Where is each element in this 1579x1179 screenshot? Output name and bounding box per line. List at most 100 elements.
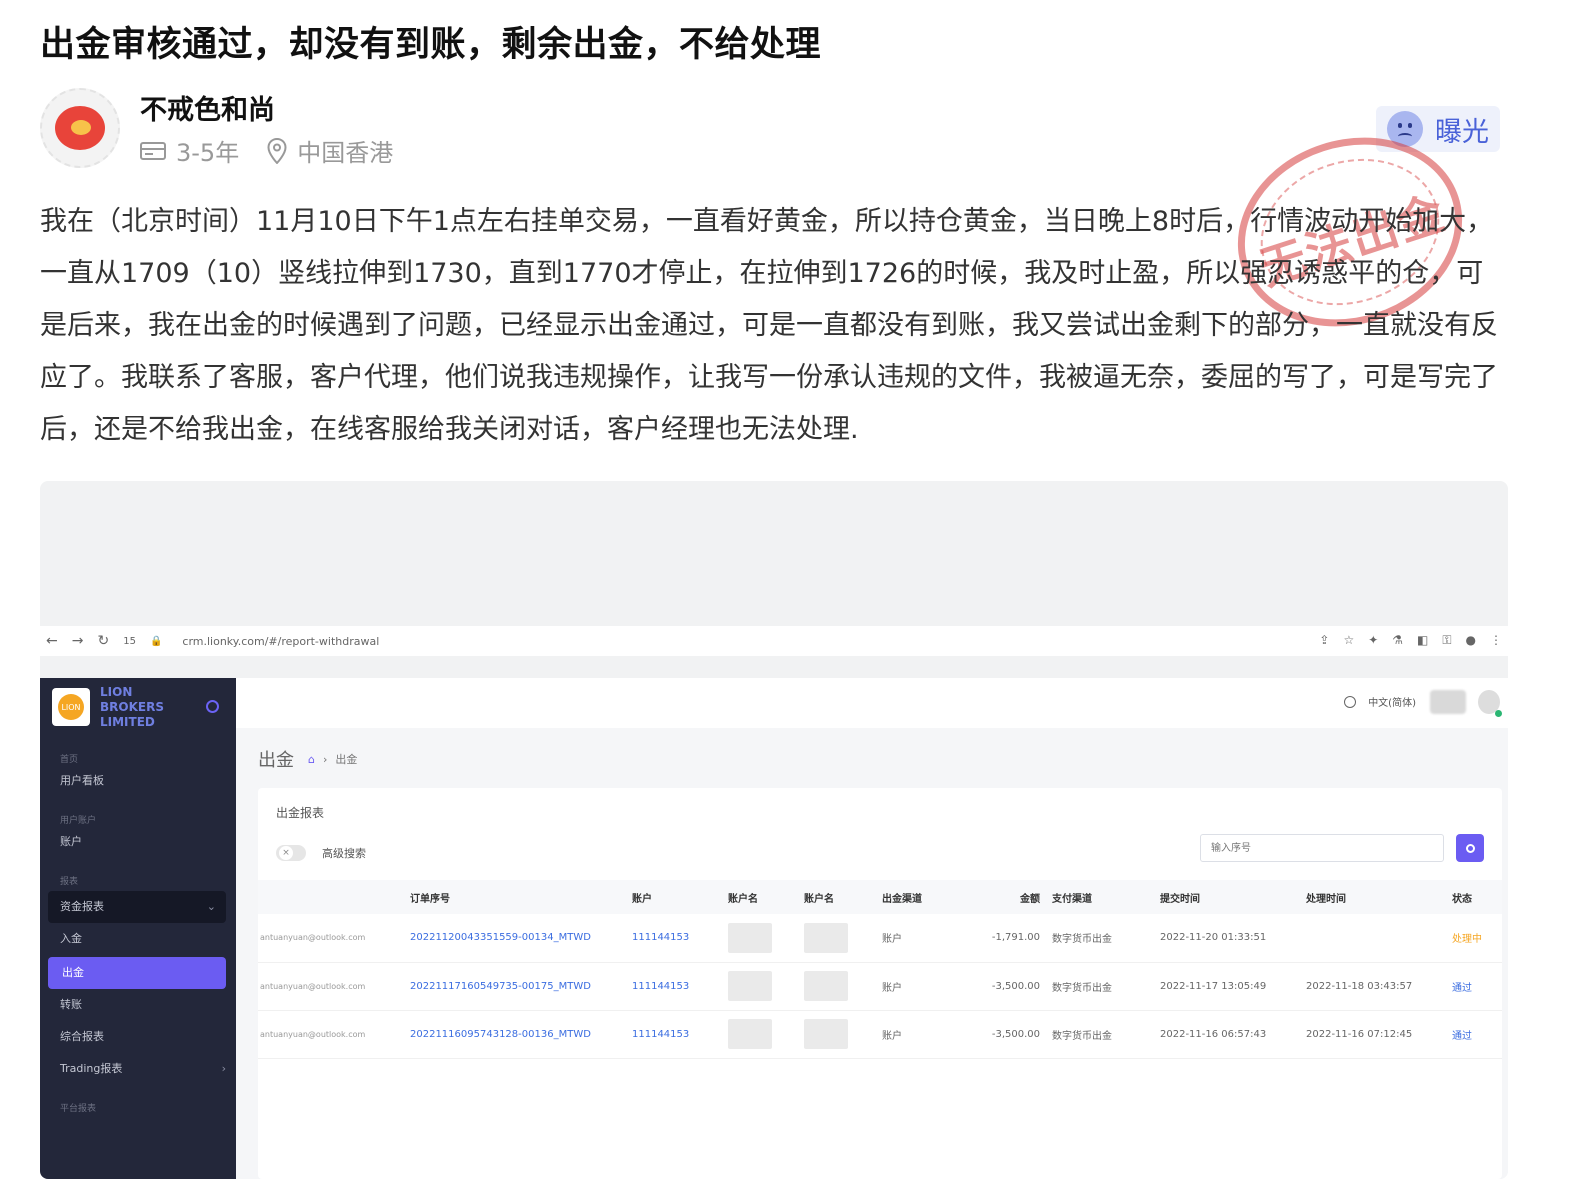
withdrawal-channel: 账户 (882, 1030, 902, 1042)
expose-label: 曝光 (1435, 116, 1489, 148)
lock-icon: 🔒 (149, 635, 163, 647)
amount: -1,791.00 (991, 932, 1040, 944)
avatar[interactable] (40, 88, 120, 168)
column-header[interactable]: 账户名 (798, 880, 876, 914)
experience-meta: 3-5年 (140, 133, 239, 168)
account-link[interactable]: 111144153 (626, 1010, 722, 1058)
sidebar-item-summary-report[interactable]: 综合报表 (40, 1021, 236, 1053)
logo-text: LION BROKERS LIMITED (100, 684, 164, 729)
column-header[interactable]: 账户名 (722, 880, 798, 914)
sidebar-item-dashboard[interactable]: 用户看板 (40, 765, 236, 797)
withdrawal-report-card: 出金报表 高级搜索 订单序号 账户 账户名 账户名 出金渠道 (258, 788, 1502, 1179)
sidebar-item-label: Trading报表 (60, 1062, 123, 1075)
account-name-blurred (798, 914, 876, 962)
nav-group-home: 首页 (60, 755, 79, 765)
table-row[interactable]: antuanyuan@outlook.com 20221120043351559… (258, 914, 1502, 962)
chevron-down-icon: ⌄ (206, 900, 216, 913)
advanced-search-toggle[interactable] (276, 845, 306, 861)
more-icon[interactable]: ⋮ (1490, 633, 1502, 648)
column-header[interactable]: 处理时间 (1300, 880, 1446, 914)
account-name-blurred (722, 1010, 798, 1058)
lab-icon[interactable]: ⚗ (1392, 633, 1403, 648)
forward-arrow-icon[interactable]: → (72, 633, 84, 649)
breadcrumb-current: 出金 (335, 753, 358, 766)
column-header[interactable]: 支付渠道 (1046, 880, 1154, 914)
expose-button[interactable]: 曝光 (1376, 106, 1500, 152)
account-name-blurred (722, 914, 798, 962)
order-number-link[interactable]: 20221116095743128-00136_MTWD (404, 1010, 626, 1058)
client-email: antuanyuan@outlook.com (260, 933, 366, 943)
table-row[interactable]: antuanyuan@outlook.com 20221117160549735… (258, 962, 1502, 1010)
search-input[interactable] (1200, 834, 1444, 862)
home-icon[interactable]: ⌂ (308, 753, 315, 766)
reload-icon[interactable]: ↻ (97, 633, 109, 649)
card-title: 出金报表 (276, 806, 325, 820)
browser-toolbar: ← → ↻ 15 🔒 crm.lionky.com/#/report-withd… (40, 626, 1508, 656)
star-icon[interactable]: ☆ (1343, 633, 1354, 648)
sidebar-toggle-icon[interactable] (206, 700, 219, 713)
column-header[interactable]: 状态 (1446, 880, 1502, 914)
processed-time: 2022-11-16 07:12:45 (1306, 1028, 1413, 1040)
share-icon[interactable]: ⇪ (1319, 633, 1329, 648)
online-status-dot (1495, 710, 1502, 717)
author-name[interactable]: 不戒色和尚 (140, 88, 421, 127)
account-link[interactable]: 111144153 (626, 962, 722, 1010)
table-row[interactable]: antuanyuan@outlook.com 20221116095743128… (258, 1010, 1502, 1058)
column-header[interactable]: 账户 (626, 880, 722, 914)
nav-group-platform: 平台报表 (60, 1104, 97, 1114)
post-content: 我在（北京时间）11月10日下午1点左右挂单交易，一直看好黄金，所以持仓黄金，当… (40, 206, 1498, 445)
profile-icon[interactable]: ● (1466, 633, 1476, 648)
column-header[interactable]: 订单序号 (404, 880, 626, 914)
sidebar-item-trading-report[interactable]: Trading报表 › (40, 1053, 236, 1085)
crm-app: LION LION BROKERS LIMITED 首页 用户看板 用户账户 账… (40, 678, 1508, 1179)
submitted-time: 2022-11-17 13:05:49 (1160, 980, 1267, 992)
language-label: 中文(简体) (1368, 698, 1416, 709)
evidence-screenshot[interactable]: ← → ↻ 15 🔒 crm.lionky.com/#/report-withd… (40, 481, 1508, 1179)
column-header[interactable]: 金额 (956, 880, 1046, 914)
key-icon[interactable]: ⚿ (1442, 633, 1451, 648)
account-link[interactable]: 111144153 (626, 914, 722, 962)
withdrawal-channel: 账户 (882, 934, 902, 946)
back-arrow-icon[interactable]: ← (46, 633, 58, 649)
order-number-link[interactable]: 20221117160549735-00175_MTWD (404, 962, 626, 1010)
sidebar-item-deposit[interactable]: 入金 (40, 923, 236, 955)
sidebar: LION LION BROKERS LIMITED 首页 用户看板 用户账户 账… (40, 678, 236, 1179)
order-number-link[interactable]: 20221120043351559-00134_MTWD (404, 914, 626, 962)
advanced-search-label: 高级搜索 (322, 847, 366, 860)
table-header-row: 订单序号 账户 账户名 账户名 出金渠道 金额 支付渠道 提交时间 处理时间 状… (258, 880, 1502, 914)
location-pin-icon (267, 137, 287, 164)
address-bar[interactable]: crm.lionky.com/#/report-withdrawal (182, 635, 379, 648)
client-email: antuanyuan@outlook.com (260, 981, 366, 991)
withdrawal-channel: 账户 (882, 982, 902, 994)
amount: -3,500.00 (991, 980, 1040, 992)
chat-bubble-icon[interactable] (1344, 695, 1357, 708)
search-button[interactable] (1456, 834, 1484, 862)
payment-channel: 数字货币出金 (1052, 982, 1112, 994)
username-blurred[interactable] (1430, 690, 1466, 714)
card-icon (140, 141, 166, 160)
sidepanel-icon[interactable]: ◧ (1417, 633, 1428, 648)
sidebar-item-label: 资金报表 (60, 900, 104, 913)
account-name-blurred (722, 962, 798, 1010)
post-title: 出金审核通过，却没有到账，剩余出金，不给处理 (40, 25, 822, 65)
extension-icon[interactable]: ✦ (1368, 633, 1378, 648)
sidebar-item-transfer[interactable]: 转账 (40, 989, 236, 1021)
status-badge: 通过 (1452, 982, 1472, 994)
processed-time (1300, 914, 1446, 962)
pig-icon (55, 106, 105, 150)
column-header[interactable]: 提交时间 (1154, 880, 1300, 914)
nav-group-accounts: 用户账户 (60, 816, 97, 826)
sidebar-item-withdrawal[interactable]: 出金 (48, 957, 226, 989)
column-header (258, 880, 404, 914)
sidebar-item-account[interactable]: 账户 (40, 826, 236, 858)
author-row: 不戒色和尚 3-5年 中国香港 (40, 88, 421, 168)
amount: -3,500.00 (991, 1028, 1040, 1040)
search-icon (1465, 843, 1475, 853)
experience-text: 3-5年 (176, 139, 240, 167)
payment-channel: 数字货币出金 (1052, 934, 1112, 946)
sidebar-item-fund-report[interactable]: 资金报表 ⌄ (48, 891, 226, 923)
column-header[interactable]: 出金渠道 (876, 880, 956, 914)
lion-logo-icon: LION (58, 694, 84, 720)
language-selector[interactable]: 中文(简体) (1344, 694, 1416, 709)
client-email: antuanyuan@outlook.com (260, 1029, 366, 1039)
